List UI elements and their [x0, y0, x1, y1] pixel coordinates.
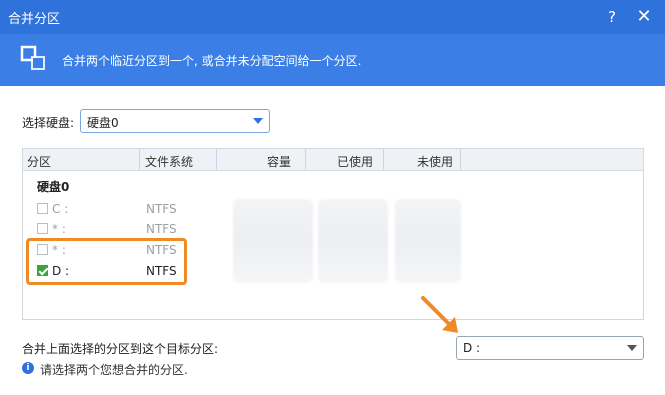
column-divider	[460, 149, 461, 171]
column-header-filesystem[interactable]: 文件系统	[145, 153, 193, 170]
merge-partition-icon	[20, 45, 45, 70]
disk-dropdown[interactable]: 硬盘0	[80, 109, 270, 133]
chevron-down-icon	[627, 345, 637, 351]
partition-filesystem: NTFS	[146, 202, 177, 216]
close-button[interactable]: ✕	[632, 5, 656, 29]
disk-group-label: 硬盘0	[37, 180, 70, 194]
title-bar: 合并分区 ? ✕	[0, 0, 665, 34]
target-partition-dropdown[interactable]: D :	[456, 336, 644, 360]
table-header: 分区 文件系统 容量 已使用 未使用	[23, 149, 643, 171]
unused-values-blurred	[395, 199, 461, 283]
header-banner: 合并两个临近分区到一个, 或合并未分配空间给一个分区.	[0, 34, 665, 86]
disk-dropdown-value: 硬盘0	[87, 116, 119, 130]
column-header-used[interactable]: 已使用	[337, 153, 373, 170]
column-divider	[383, 149, 384, 171]
used-values-blurred	[318, 199, 388, 283]
column-divider	[305, 149, 306, 171]
capacity-values-blurred	[233, 199, 313, 283]
partition-checkbox[interactable]	[37, 203, 48, 214]
partition-checkbox[interactable]	[37, 223, 48, 234]
column-header-capacity[interactable]: 容量	[267, 153, 291, 170]
column-divider	[139, 149, 140, 171]
info-icon: i	[22, 362, 34, 374]
target-dropdown-value: D :	[463, 341, 481, 355]
info-message: 请选择两个您想合并的分区.	[40, 363, 188, 377]
window-title: 合并分区	[8, 12, 61, 27]
banner-description: 合并两个临近分区到一个, 或合并未分配空间给一个分区.	[62, 54, 362, 68]
partition-filesystem: NTFS	[146, 222, 177, 236]
target-partition-label: 合并上面选择的分区到这个目标分区:	[22, 342, 219, 356]
chevron-down-icon	[253, 118, 263, 124]
disk-select-label: 选择硬盘:	[22, 116, 75, 130]
partition-name: * :	[52, 222, 66, 236]
partition-table: 分区 文件系统 容量 已使用 未使用 硬盘0 C : NTFS * : NTFS…	[22, 148, 644, 320]
selection-highlight-box	[26, 238, 187, 285]
column-header-unused[interactable]: 未使用	[417, 153, 453, 170]
column-header-partition[interactable]: 分区	[27, 153, 51, 170]
column-divider	[216, 149, 217, 171]
pointer-arrow-icon	[421, 296, 458, 333]
partition-name: C :	[52, 202, 69, 216]
help-button[interactable]: ?	[600, 5, 624, 29]
